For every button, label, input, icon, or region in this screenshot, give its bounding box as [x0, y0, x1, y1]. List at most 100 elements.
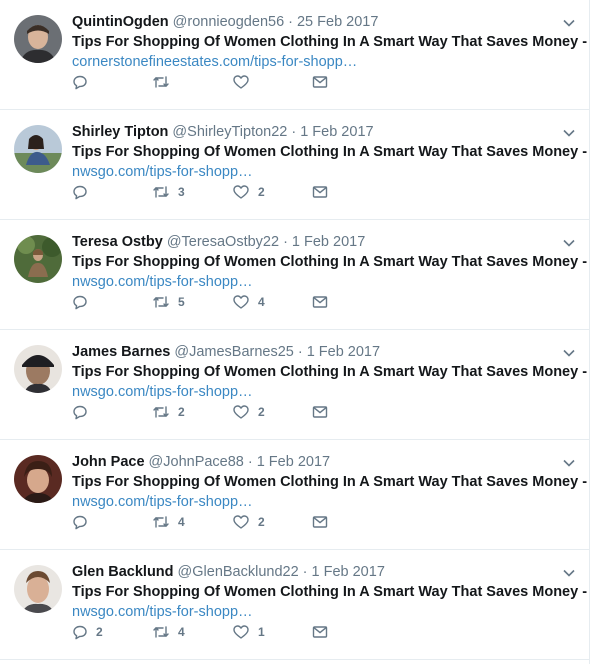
user-handle[interactable]: @ShirleyTipton22 [172, 124, 287, 140]
retweet-count: 4 [178, 625, 185, 639]
timeline: QuintinOgden @ronnieogden56 · 25 Feb 2017 T… [0, 0, 590, 664]
retweet-count: 5 [178, 295, 185, 309]
heart-icon [233, 75, 249, 89]
avatar[interactable] [14, 125, 62, 173]
tweet-link[interactable]: nwsgo.com/tips-for-shopp… [72, 272, 577, 292]
timestamp[interactable]: 1 Feb 2017 [292, 234, 365, 250]
chevron-down-icon[interactable] [563, 346, 575, 358]
chevron-down-icon[interactable] [563, 126, 575, 138]
tweet-header: Glen Backlund @GlenBacklund22 · 1 Feb 2017 [72, 562, 577, 582]
display-name[interactable]: QuintinOgden [72, 14, 169, 30]
retweet-button[interactable]: 4 [152, 622, 232, 642]
direct-message-button[interactable] [312, 402, 392, 422]
tweet-link[interactable]: nwsgo.com/tips-for-shopp… [72, 492, 577, 512]
direct-message-button[interactable] [312, 622, 392, 642]
heart-icon [233, 295, 249, 309]
tweet[interactable]: Teresa Ostby @TeresaOstby22 · 1 Feb 2017 Ti… [0, 220, 589, 330]
chevron-down-icon[interactable] [563, 16, 575, 28]
timestamp[interactable]: 1 Feb 2017 [312, 564, 385, 580]
tweet-header: Teresa Ostby @TeresaOstby22 · 1 Feb 2017 [72, 232, 577, 252]
envelope-icon [312, 406, 328, 418]
avatar[interactable] [14, 565, 62, 613]
chevron-down-icon[interactable] [563, 566, 575, 578]
like-count: 2 [258, 405, 265, 419]
envelope-icon [312, 626, 328, 638]
tweet-actions: 4 2 [72, 512, 392, 532]
like-button[interactable]: 1 [232, 622, 312, 642]
like-button[interactable]: 2 [232, 512, 312, 532]
direct-message-button[interactable] [312, 72, 392, 92]
timestamp[interactable]: 1 Feb 2017 [300, 124, 373, 140]
reply-button[interactable]: 2 [72, 622, 152, 642]
tweet-actions: 2 4 1 [72, 622, 392, 642]
like-count: 2 [258, 515, 265, 529]
timestamp[interactable]: 25 Feb 2017 [297, 14, 378, 30]
envelope-icon [312, 516, 328, 528]
tweet[interactable]: James Barnes @JamesBarnes25 · 1 Feb 2017 Ti… [0, 330, 589, 440]
tweet-text: Tips For Shopping Of Women Clothing In A… [72, 34, 588, 50]
tweet[interactable]: Glen Backlund @GlenBacklund22 · 1 Feb 2017 … [0, 550, 589, 660]
reply-button[interactable] [72, 402, 152, 422]
reply-button[interactable] [72, 182, 152, 202]
like-count: 1 [258, 625, 265, 639]
like-button[interactable] [232, 72, 312, 92]
tweet-text: Tips For Shopping Of Women Clothing In A… [72, 584, 588, 600]
tweet-link[interactable]: nwsgo.com/tips-for-shopp… [72, 602, 577, 622]
direct-message-button[interactable] [312, 182, 392, 202]
display-name[interactable]: Glen Backlund [72, 564, 174, 580]
retweet-icon [153, 626, 169, 638]
direct-message-button[interactable] [312, 512, 392, 532]
separator-dot: · [247, 454, 253, 470]
separator-dot: · [297, 344, 303, 360]
timestamp[interactable]: 1 Feb 2017 [257, 454, 330, 470]
tweet-link[interactable]: nwsgo.com/tips-for-shopp… [72, 382, 577, 402]
like-button[interactable]: 4 [232, 292, 312, 312]
user-handle[interactable]: @GlenBacklund22 [178, 564, 299, 580]
display-name[interactable]: Teresa Ostby [72, 234, 163, 250]
separator-dot: · [302, 564, 308, 580]
user-handle[interactable]: @ronnieogden56 [173, 14, 284, 30]
tweet-link[interactable]: cornerstonefineestates.com/tips-for-shop… [72, 52, 577, 72]
avatar[interactable] [14, 15, 62, 63]
timestamp[interactable]: 1 Feb 2017 [307, 344, 380, 360]
like-count: 2 [258, 185, 265, 199]
like-button[interactable]: 2 [232, 402, 312, 422]
avatar[interactable] [14, 455, 62, 503]
tweet-text: Tips For Shopping Of Women Clothing In A… [72, 364, 588, 380]
direct-message-button[interactable] [312, 292, 392, 312]
heart-icon [233, 515, 249, 529]
tweet-actions [72, 72, 392, 92]
avatar[interactable] [14, 235, 62, 283]
reply-button[interactable] [72, 292, 152, 312]
user-handle[interactable]: @JamesBarnes25 [174, 344, 294, 360]
avatar[interactable] [14, 345, 62, 393]
like-count: 4 [258, 295, 265, 309]
reply-button[interactable] [72, 512, 152, 532]
tweet-link[interactable]: nwsgo.com/tips-for-shopp… [72, 162, 577, 182]
display-name[interactable]: James Barnes [72, 344, 170, 360]
retweet-button[interactable] [152, 72, 232, 92]
chevron-down-icon[interactable] [563, 236, 575, 248]
retweet-button[interactable]: 5 [152, 292, 232, 312]
user-handle[interactable]: @JohnPace88 [149, 454, 244, 470]
retweet-count: 2 [178, 405, 185, 419]
user-handle[interactable]: @TeresaOstby22 [167, 234, 279, 250]
retweet-button[interactable]: 4 [152, 512, 232, 532]
like-button[interactable]: 2 [232, 182, 312, 202]
tweet[interactable]: John Pace @JohnPace88 · 1 Feb 2017 Tips For… [0, 440, 589, 550]
chevron-down-icon[interactable] [563, 456, 575, 468]
tweet-actions: 3 2 [72, 182, 392, 202]
retweet-button[interactable]: 2 [152, 402, 232, 422]
retweet-button[interactable]: 3 [152, 182, 232, 202]
tweet-header: Shirley Tipton @ShirleyTipton22 · 1 Feb 201… [72, 122, 577, 142]
reply-button[interactable] [72, 72, 152, 92]
reply-icon [73, 75, 87, 90]
tweet[interactable]: Shirley Tipton @ShirleyTipton22 · 1 Feb 201… [0, 110, 589, 220]
tweet-header: QuintinOgden @ronnieogden56 · 25 Feb 2017 [72, 12, 577, 32]
display-name[interactable]: John Pace [72, 454, 145, 470]
heart-icon [233, 625, 249, 639]
separator-dot: · [283, 234, 288, 250]
tweet[interactable]: QuintinOgden @ronnieogden56 · 25 Feb 2017 T… [0, 0, 589, 110]
display-name[interactable]: Shirley Tipton [72, 124, 168, 140]
tweet-text: Tips For Shopping Of Women Clothing In A… [72, 474, 588, 490]
